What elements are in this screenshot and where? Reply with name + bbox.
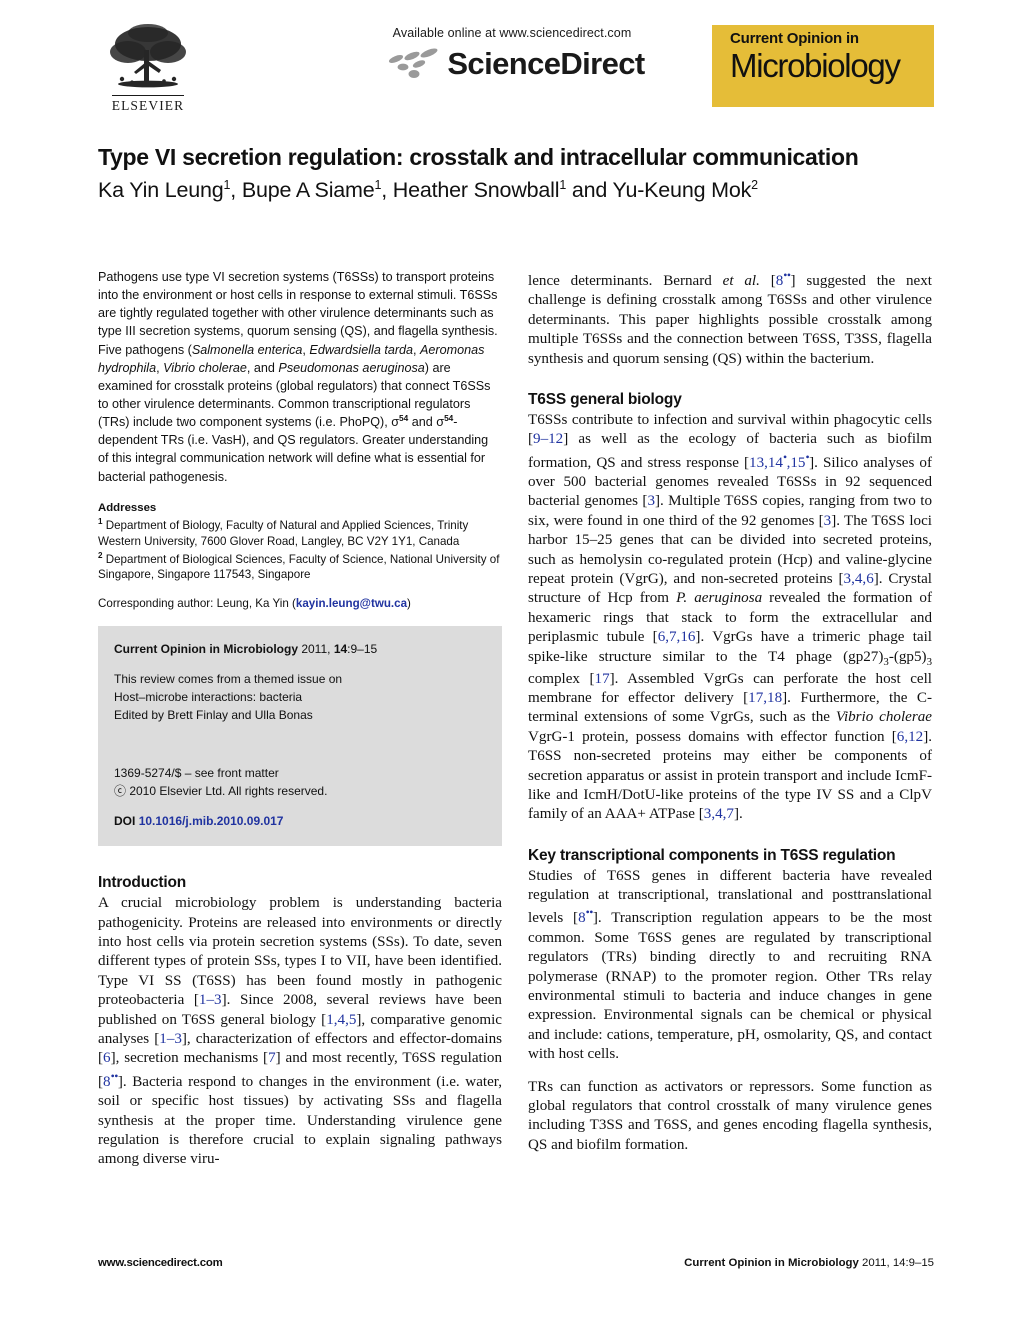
elsevier-logo: ELSEVIER xyxy=(96,22,200,115)
intro-continuation-paragraph: lence determinants. Bernard et al. [8••]… xyxy=(528,269,932,367)
addresses-heading: Addresses xyxy=(98,501,157,514)
journal-citation-rest: 2011, 14:9–15 xyxy=(298,642,378,657)
left-column: Pathogens use type VI secretion systems … xyxy=(98,268,502,1170)
journal-logo-top: Current Opinion in xyxy=(730,30,859,47)
doi-link[interactable]: 10.1016/j.mib.2010.09.017 xyxy=(139,814,284,828)
copyright-line: ⓒ 2010 Elsevier Ltd. All rights reserved… xyxy=(114,784,328,799)
author-list: Ka Yin Leung1, Bupe A Siame1, Heather Sn… xyxy=(98,178,758,203)
abstract-text: Pathogens use type VI secretion systems … xyxy=(98,270,498,484)
masthead: ELSEVIER Available online at www.science… xyxy=(96,22,934,126)
article-page: ELSEVIER Available online at www.science… xyxy=(0,0,1020,1323)
themed-issue-editors: Edited by Brett Finlay and Ulla Bonas xyxy=(114,708,313,723)
addresses-text: 1 Department of Biology, Faculty of Natu… xyxy=(98,516,500,582)
available-online-text: Available online at www.sciencedirect.co… xyxy=(392,26,632,40)
corresponding-author-close: ) xyxy=(407,597,411,611)
section-heading-t6ss-general-biology: T6SS general biology xyxy=(528,390,682,408)
themed-issue-line-1: This review comes from a themed issue on xyxy=(114,672,343,687)
sciencedirect-block: Available online at www.sciencedirect.co… xyxy=(342,26,682,82)
corresponding-author: Corresponding author: Leung, Ka Yin (kay… xyxy=(98,597,502,610)
front-matter-block: 1369-5274/$ – see front matter ⓒ 2010 El… xyxy=(114,764,486,800)
footer-citation: Current Opinion in Microbiology 2011, 14… xyxy=(684,1257,934,1269)
key-transcriptional-paragraph-1: Studies of T6SS genes in different bacte… xyxy=(528,867,932,1063)
right-column: lence determinants. Bernard et al. [8••]… xyxy=(528,268,932,1155)
article-title: Type VI secretion regulation: crosstalk … xyxy=(98,144,859,170)
t6ss-general-biology-paragraph: T6SSs contribute to infection and surviv… xyxy=(528,411,933,823)
doi-label: DOI xyxy=(114,814,136,829)
footer-website[interactable]: www.sciencedirect.com xyxy=(98,1257,223,1269)
journal-logo-bottom: Microbiology xyxy=(730,46,901,84)
footer-journal-name: Current Opinion in Microbiology xyxy=(684,1257,859,1269)
sciencedirect-wordmark: ScienceDirect xyxy=(447,46,645,81)
journal-logo: Current Opinion in Microbiology xyxy=(712,25,934,107)
corresponding-author-label: Corresponding author: Leung, Ka Yin ( xyxy=(98,597,296,611)
sciencedirect-swoosh-icon xyxy=(389,48,438,78)
section-heading-key-transcriptional-components: Key transcriptional components in T6SS r… xyxy=(528,846,896,864)
corresponding-author-email-link[interactable]: kayin.leung@twu.ca xyxy=(296,597,407,610)
footer-journal-issue: 2011, 14:9–15 xyxy=(858,1257,934,1269)
themed-issue-line-2: Host–microbe interactions: bacteria xyxy=(114,690,303,705)
journal-citation-name: Current Opinion in Microbiology xyxy=(114,642,298,657)
page-footer: www.sciencedirect.com Current Opinion in… xyxy=(98,1257,934,1269)
elsevier-tree-icon xyxy=(110,24,186,88)
title-block: Type VI secretion regulation: crosstalk … xyxy=(98,143,934,204)
section-heading-introduction: Introduction xyxy=(98,874,186,892)
introduction-paragraph: A crucial microbiology problem is unders… xyxy=(98,895,503,1168)
journal-citation: Current Opinion in Microbiology 2011, 14… xyxy=(114,640,486,658)
issn-front-matter: 1369-5274/$ – see front matter xyxy=(114,766,279,781)
key-transcriptional-paragraph-2: TRs can function as activators or repres… xyxy=(528,1078,932,1153)
journal-info-box: Current Opinion in Microbiology 2011, 14… xyxy=(98,626,502,847)
themed-issue-block: This review comes from a themed issue on… xyxy=(114,670,486,724)
doi-line: DOI 10.1016/j.mib.2010.09.017 xyxy=(114,812,486,830)
elsevier-wordmark: ELSEVIER xyxy=(111,95,185,114)
